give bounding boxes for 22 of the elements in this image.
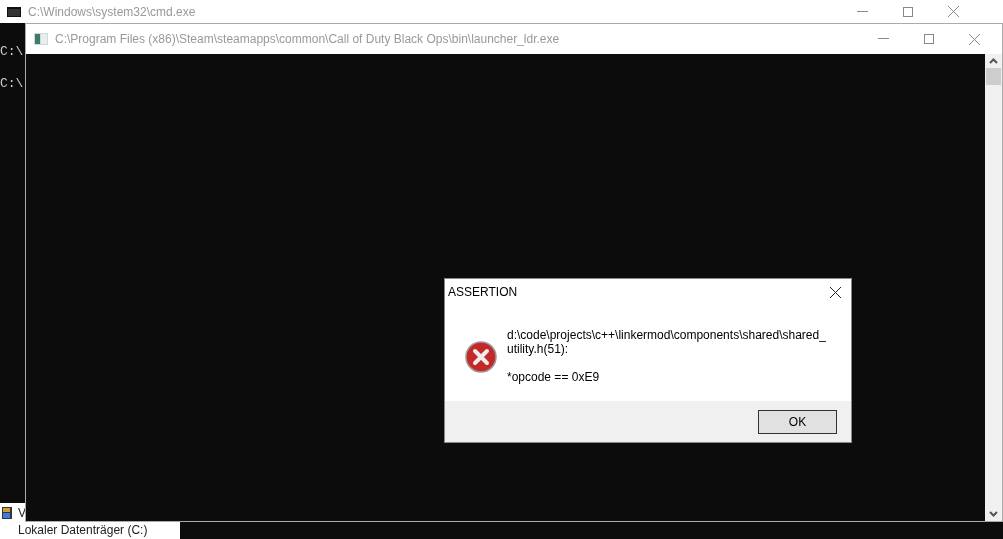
scroll-down-icon[interactable] — [989, 511, 998, 517]
scroll-thumb[interactable] — [986, 68, 1001, 85]
scrollbar[interactable] — [985, 54, 1002, 521]
drive-label[interactable]: Lokaler Datenträger (C:) — [18, 523, 148, 537]
dialog-title: ASSERTION — [448, 284, 518, 301]
window-title: C:\Program Files (x86)\Steam\steamapps\common\Call of Duty Black Ops\bin\launcher_ldr.exe — [55, 31, 560, 48]
error-message: d:\code\projects\c++\linkermod\components\shared\shared_ utility.h(51): — [507, 328, 826, 356]
maximize-icon[interactable] — [903, 6, 913, 17]
window-title: C:\Windows\system32\cmd.exe — [28, 3, 196, 21]
close-icon[interactable] — [830, 286, 841, 298]
scroll-up-icon[interactable] — [989, 58, 998, 64]
console-line: C:\ — [0, 44, 24, 60]
console-line: C:\ — [0, 76, 24, 92]
assertion-expression: *opcode == 0xE9 — [507, 370, 601, 384]
item-label[interactable]: V — [18, 504, 26, 522]
minimize-icon[interactable] — [878, 38, 889, 40]
app-icon — [34, 33, 48, 45]
error-icon — [465, 341, 497, 373]
ok-button[interactable]: OK — [758, 409, 837, 434]
maximize-icon[interactable] — [924, 34, 934, 44]
console-icon — [7, 6, 21, 17]
minimize-icon[interactable] — [857, 10, 868, 13]
